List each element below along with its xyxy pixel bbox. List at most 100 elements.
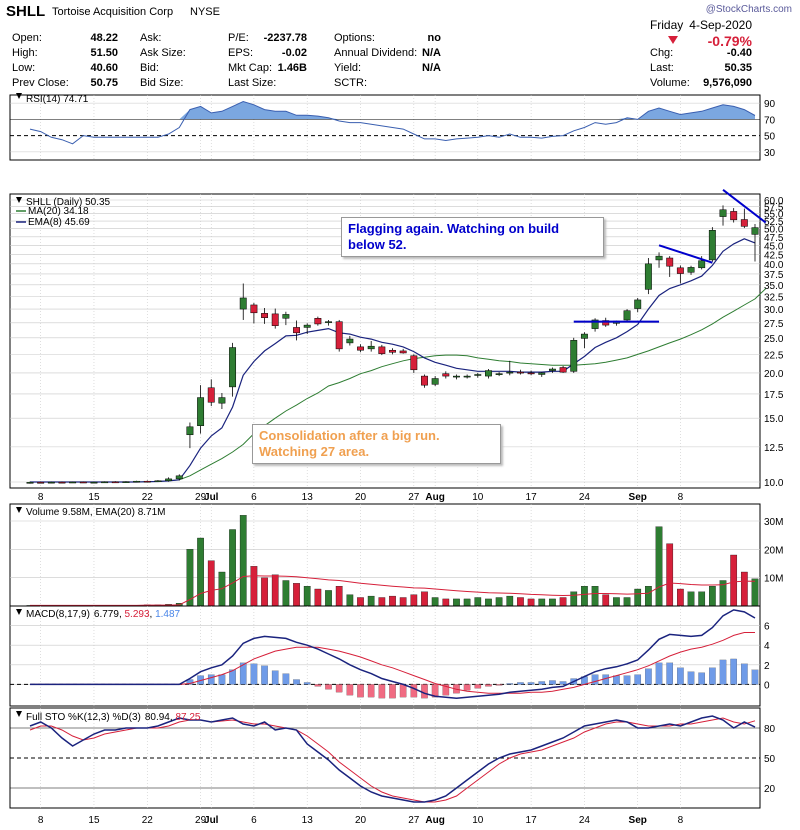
macd-histogram-bar xyxy=(634,674,642,685)
quote-label: Last Size: xyxy=(228,77,276,89)
y-tick-label: 0 xyxy=(764,680,770,691)
macd-histogram-bar xyxy=(559,681,567,685)
sto-d-value: 87.25 xyxy=(175,712,200,723)
price-tick-label: 27.5 xyxy=(764,319,784,330)
candle-body xyxy=(495,373,503,375)
candle-body xyxy=(239,297,247,310)
x-tick-label: 17 xyxy=(526,492,538,503)
quote-label: Bid: xyxy=(140,62,159,74)
candle-body xyxy=(122,481,130,483)
macd-histogram-bar xyxy=(357,684,364,698)
volume-bar xyxy=(527,598,535,607)
candle-body xyxy=(154,480,162,482)
quote-value: -0.40 xyxy=(727,47,752,59)
macd-histogram-bar xyxy=(751,669,759,685)
candle-body xyxy=(687,267,695,273)
volume-bar xyxy=(410,594,418,607)
candle-body xyxy=(442,373,450,377)
candle-body xyxy=(69,481,77,484)
candle-body xyxy=(623,310,631,321)
x-tick-label-bottom: 20 xyxy=(355,815,367,826)
candle-body xyxy=(485,370,492,377)
macd-histogram-bar xyxy=(463,684,471,691)
annotation-consolidation: Consolidation after a big run. Watching … xyxy=(252,424,501,464)
macd-histogram-bar xyxy=(719,659,727,685)
volume-bar xyxy=(709,586,716,607)
x-tick-label: 24 xyxy=(579,492,591,503)
y-tick-label: 80 xyxy=(764,724,776,735)
macd-histogram-bar xyxy=(549,680,556,685)
x-tick-label-bottom: 6 xyxy=(251,815,257,826)
macd-histogram-bar xyxy=(506,683,514,685)
x-tick-label: 8 xyxy=(38,492,44,503)
volume-bar xyxy=(495,597,503,607)
y-tick-label: 50 xyxy=(764,132,776,143)
volume-bar xyxy=(613,597,620,607)
volume-bar xyxy=(570,591,578,607)
candle-body xyxy=(730,211,738,221)
candle-body xyxy=(580,333,588,339)
volume-bar xyxy=(186,549,194,607)
macd-histogram-bar xyxy=(538,681,546,685)
candle-body xyxy=(250,304,258,314)
y-tick-label: 90 xyxy=(764,99,776,110)
candle-body xyxy=(101,481,109,484)
volume-bar xyxy=(730,554,738,607)
x-tick-label: 20 xyxy=(355,492,367,503)
candle-body xyxy=(37,482,45,484)
candle-body xyxy=(165,478,173,481)
candle-body xyxy=(143,480,151,483)
candle-body xyxy=(90,481,98,484)
macd-histogram-bar xyxy=(645,668,652,685)
candle-body xyxy=(378,346,386,354)
volume-bar xyxy=(325,590,332,607)
volume-bar xyxy=(197,537,204,607)
y-tick-label: 10M xyxy=(764,574,783,585)
quote-label: Ask Size: xyxy=(140,47,186,59)
panel-title: Volume 9.58M, EMA(20) 8.71M xyxy=(26,507,166,518)
volume-bar xyxy=(389,595,396,607)
x-tick-label: 8 xyxy=(678,492,684,503)
candle-body xyxy=(261,313,269,318)
macd-histogram-bar xyxy=(346,684,354,696)
volume-bar xyxy=(346,594,354,607)
candle-body xyxy=(655,255,663,261)
macd-panel: 6420MACD(8,17,9) 6.779, 5.293, 1.487 xyxy=(9,605,770,707)
macd-histogram-bar xyxy=(666,662,674,685)
candle-body xyxy=(346,338,354,344)
candle-body xyxy=(570,340,578,372)
quote-label: Open: xyxy=(12,32,42,44)
candle-body xyxy=(133,480,141,483)
quote-label: Yield: xyxy=(334,62,361,74)
panel-title: RSI(14) 74.71 xyxy=(26,94,89,105)
symbol[interactable]: SHLL xyxy=(6,3,45,20)
volume-bar xyxy=(399,597,407,607)
candle-body xyxy=(644,263,652,290)
candle-body xyxy=(516,371,524,374)
candle-body xyxy=(293,327,300,334)
volume-bar xyxy=(538,598,546,607)
volume-bar xyxy=(293,583,300,607)
volume-bar xyxy=(431,597,439,607)
rsi-panel-frame xyxy=(9,94,761,161)
volume-bar xyxy=(517,597,524,607)
quote-value: -2237.78 xyxy=(264,32,307,44)
macd-histogram-bar xyxy=(474,684,482,689)
macd-histogram-bar xyxy=(410,684,418,698)
volume-panel: 30M 20M 10M Volume 9.58M, EMA(20) 8.71M xyxy=(9,503,783,607)
x-tick-label-bottom: 15 xyxy=(88,815,100,826)
quote-day: Friday xyxy=(650,18,683,32)
macd-histogram-bar xyxy=(261,665,268,685)
macd-histogram-bar xyxy=(527,682,535,685)
macd-histogram-bar xyxy=(421,684,428,699)
x-tick-label-bottom: 8 xyxy=(678,815,684,826)
candle-body xyxy=(271,313,279,326)
y-tick-label: 20 xyxy=(764,784,776,795)
x-tick-label-bottom: 17 xyxy=(526,815,538,826)
price-tick-label: 35.0 xyxy=(764,281,784,292)
watermark[interactable]: @StockCharts.com xyxy=(706,4,792,15)
volume-bar xyxy=(698,591,706,607)
macd-histogram-bar xyxy=(250,663,258,685)
quote-label: Volume: xyxy=(650,77,690,89)
volume-bar xyxy=(623,597,631,607)
